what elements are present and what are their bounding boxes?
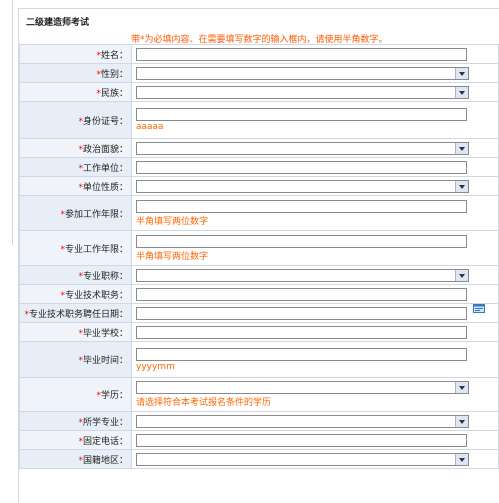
ethnicity-label: *民族： bbox=[19, 82, 132, 102]
grad-time-hint: yyyymm bbox=[136, 361, 175, 372]
title-select[interactable] bbox=[136, 268, 469, 282]
registration-form: *姓名： *性别： *民族： *身份证号： aaaaa *政治面貌： *工作单位… bbox=[19, 44, 499, 469]
id-number-hint: aaaaa bbox=[136, 122, 164, 132]
education-select[interactable] bbox=[136, 381, 469, 394]
major-select[interactable] bbox=[136, 414, 469, 428]
employer-type-label: *单位性质： bbox=[19, 176, 132, 196]
region-label: *国籍地区： bbox=[19, 449, 132, 469]
tech-post-date-label: *专业技术职务聘任日期： bbox=[19, 303, 132, 323]
name-label: *姓名： bbox=[19, 44, 132, 64]
title-label: *专业职称： bbox=[19, 265, 132, 285]
left-divider bbox=[12, 0, 13, 245]
gender-select[interactable] bbox=[136, 66, 469, 80]
tech-post-input[interactable] bbox=[136, 287, 467, 301]
chevron-down-icon[interactable] bbox=[455, 415, 468, 427]
pro-years-label: *专业工作年限： bbox=[19, 230, 132, 266]
folder-picker-icon[interactable] bbox=[473, 303, 485, 313]
tech-post-date-input[interactable] bbox=[136, 306, 467, 320]
gender-label: *性别： bbox=[19, 63, 132, 83]
work-years-label: *参加工作年限： bbox=[19, 195, 132, 231]
school-input[interactable] bbox=[136, 325, 467, 339]
phone-label: *固定电话： bbox=[19, 430, 132, 450]
employer-label: *工作单位： bbox=[19, 157, 132, 177]
employer-input[interactable] bbox=[136, 160, 467, 174]
id-number-label: *身份证号： bbox=[19, 101, 132, 139]
school-label: *毕业学校： bbox=[19, 322, 132, 342]
political-select[interactable] bbox=[136, 141, 469, 155]
grad-time-input[interactable] bbox=[136, 347, 467, 361]
employer-type-select[interactable] bbox=[136, 179, 469, 193]
ethnicity-select[interactable] bbox=[136, 85, 469, 99]
work-years-hint: 半角填写两位数字 bbox=[136, 216, 209, 227]
chevron-down-icon[interactable] bbox=[455, 180, 468, 192]
work-years-input[interactable] bbox=[136, 199, 467, 213]
page-title: 二级建造师考试 bbox=[26, 18, 90, 28]
region-select[interactable] bbox=[136, 452, 469, 466]
grad-time-label: *毕业时间： bbox=[19, 341, 132, 378]
chevron-down-icon[interactable] bbox=[455, 142, 468, 154]
id-number-input[interactable] bbox=[136, 108, 467, 121]
chevron-down-icon[interactable] bbox=[455, 86, 468, 98]
name-input[interactable] bbox=[136, 47, 467, 61]
chevron-down-icon[interactable] bbox=[455, 382, 468, 393]
major-label: *所学专业： bbox=[19, 411, 132, 431]
political-label: *政治面貌： bbox=[19, 138, 132, 158]
education-hint: 请选择符合本考试报名条件的学历 bbox=[136, 398, 272, 408]
pro-years-hint: 半角填写两位数字 bbox=[136, 251, 209, 262]
chevron-down-icon[interactable] bbox=[455, 453, 468, 465]
chevron-down-icon[interactable] bbox=[455, 67, 468, 79]
phone-input[interactable] bbox=[136, 433, 467, 447]
pro-years-input[interactable] bbox=[136, 234, 467, 248]
chevron-down-icon[interactable] bbox=[455, 269, 468, 281]
tech-post-label: *专业技术职务： bbox=[19, 284, 132, 304]
education-label: *学历： bbox=[19, 377, 132, 412]
